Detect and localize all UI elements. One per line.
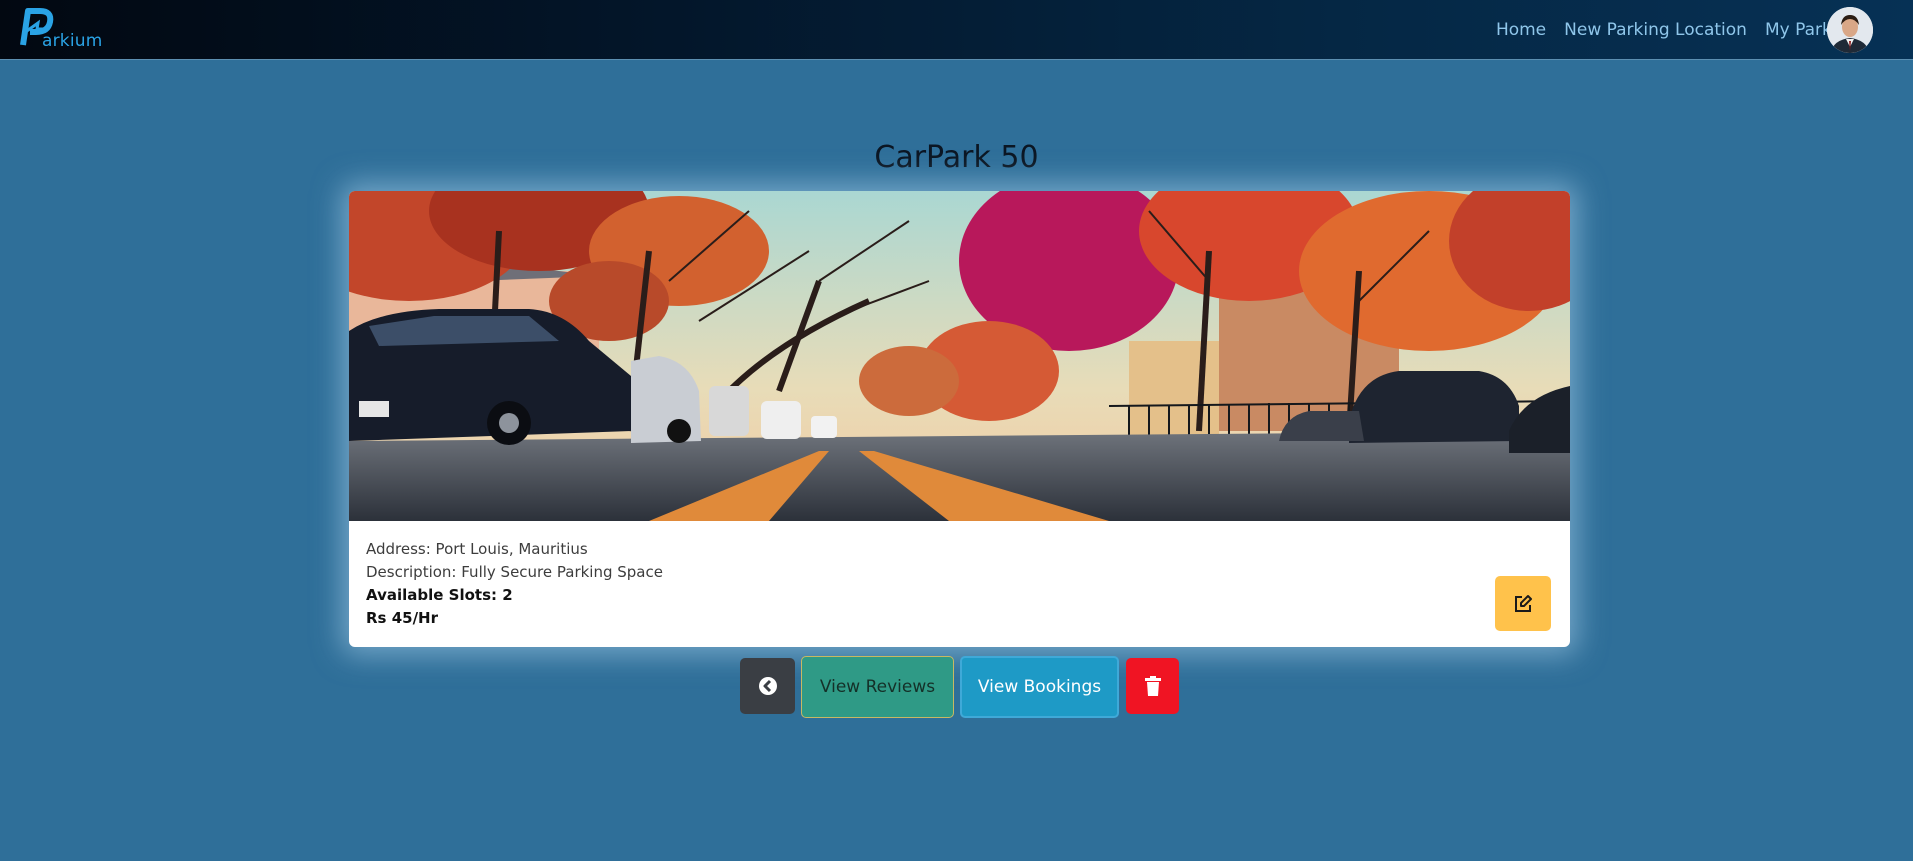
edit-icon <box>1515 594 1532 612</box>
parking-card: Address: Port Louis, Mauritius Descripti… <box>349 191 1570 647</box>
nav-home-link[interactable]: Home <box>1496 20 1546 40</box>
address-text: Address: Port Louis, Mauritius <box>366 540 588 558</box>
user-avatar-icon[interactable] <box>1827 7 1873 53</box>
top-navbar: arkium Home New Parking Location My Park… <box>0 0 1913 60</box>
chevron-left-circle-icon <box>758 677 777 695</box>
street-photo <box>349 191 1570 521</box>
trash-icon <box>1144 676 1161 696</box>
card-actions: View Reviews View Bookings <box>0 656 1913 720</box>
delete-button[interactable] <box>1126 658 1179 714</box>
parking-details: Address: Port Louis, Mauritius Descripti… <box>366 538 663 630</box>
description-text: Description: Fully Secure Parking Space <box>366 563 663 581</box>
brand-name: arkium <box>42 31 103 51</box>
rate-text: Rs 45/Hr <box>366 609 439 627</box>
page-title: CarPark 50 <box>874 140 1039 175</box>
nav-new-parking-link[interactable]: New Parking Location <box>1564 20 1747 40</box>
edit-button[interactable] <box>1495 576 1551 631</box>
view-bookings-button[interactable]: View Bookings <box>960 656 1119 718</box>
brand-logo[interactable]: arkium <box>18 7 102 53</box>
back-button[interactable] <box>740 658 795 714</box>
nav-links: Home New Parking Location My Parkings <box>1496 0 1873 60</box>
view-reviews-button[interactable]: View Reviews <box>801 656 954 718</box>
available-slots-text: Available Slots: 2 <box>366 586 513 604</box>
